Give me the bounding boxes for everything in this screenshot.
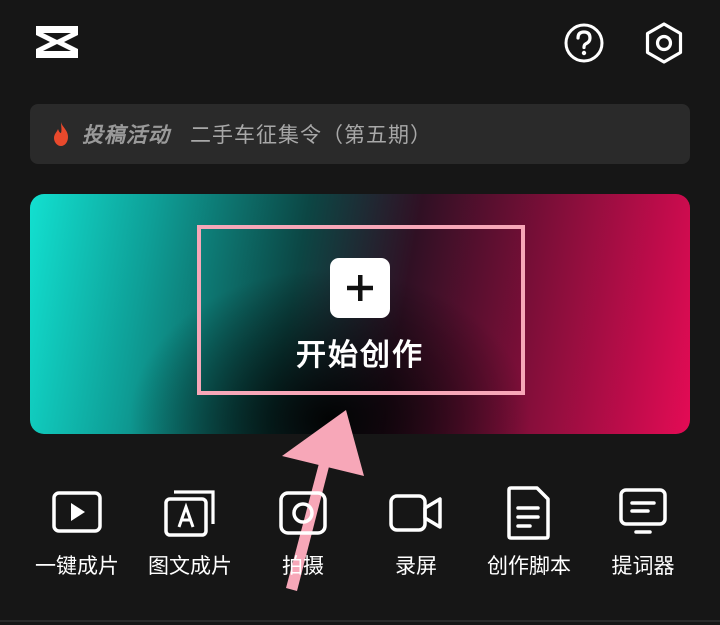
tool-label: 录屏	[395, 554, 437, 578]
video-camera-icon	[389, 494, 442, 532]
campaign-banner[interactable]: 投稿活动 二手车征集令（第五期）	[30, 104, 690, 164]
highlight-box	[197, 225, 525, 395]
tool-label: 拍摄	[282, 554, 324, 578]
campaign-tag: 投稿活动	[82, 123, 170, 147]
capcut-logo-icon	[36, 26, 78, 58]
play-icon	[52, 491, 102, 533]
tool-one-click-video[interactable]: 一键成片	[17, 482, 137, 592]
tool-label: 图文成片	[148, 554, 232, 578]
tool-shoot[interactable]: 拍摄	[243, 482, 363, 592]
tool-creation-script[interactable]: 创作脚本	[469, 482, 589, 592]
settings-hexagon-icon[interactable]	[641, 20, 687, 66]
home-screen: 投稿活动 二手车征集令（第五期） 开始创作 一键成片 图文成片 拍摄 录屏 创作…	[0, 0, 720, 625]
script-doc-icon	[507, 486, 550, 540]
fire-icon	[54, 122, 68, 146]
divider	[0, 620, 720, 622]
tool-label: 创作脚本	[487, 554, 571, 578]
teleprompter-icon	[619, 488, 667, 534]
tool-teleprompter[interactable]: 提词器	[583, 482, 703, 592]
help-icon[interactable]	[563, 22, 605, 64]
tool-label: 一键成片	[35, 554, 119, 578]
tool-label: 提词器	[611, 554, 675, 578]
image-text-icon	[164, 490, 215, 537]
tool-screen-record[interactable]: 录屏	[356, 482, 476, 592]
camera-icon	[279, 491, 327, 535]
tool-image-text-video[interactable]: 图文成片	[130, 482, 250, 592]
campaign-title: 二手车征集令（第五期）	[190, 123, 432, 147]
